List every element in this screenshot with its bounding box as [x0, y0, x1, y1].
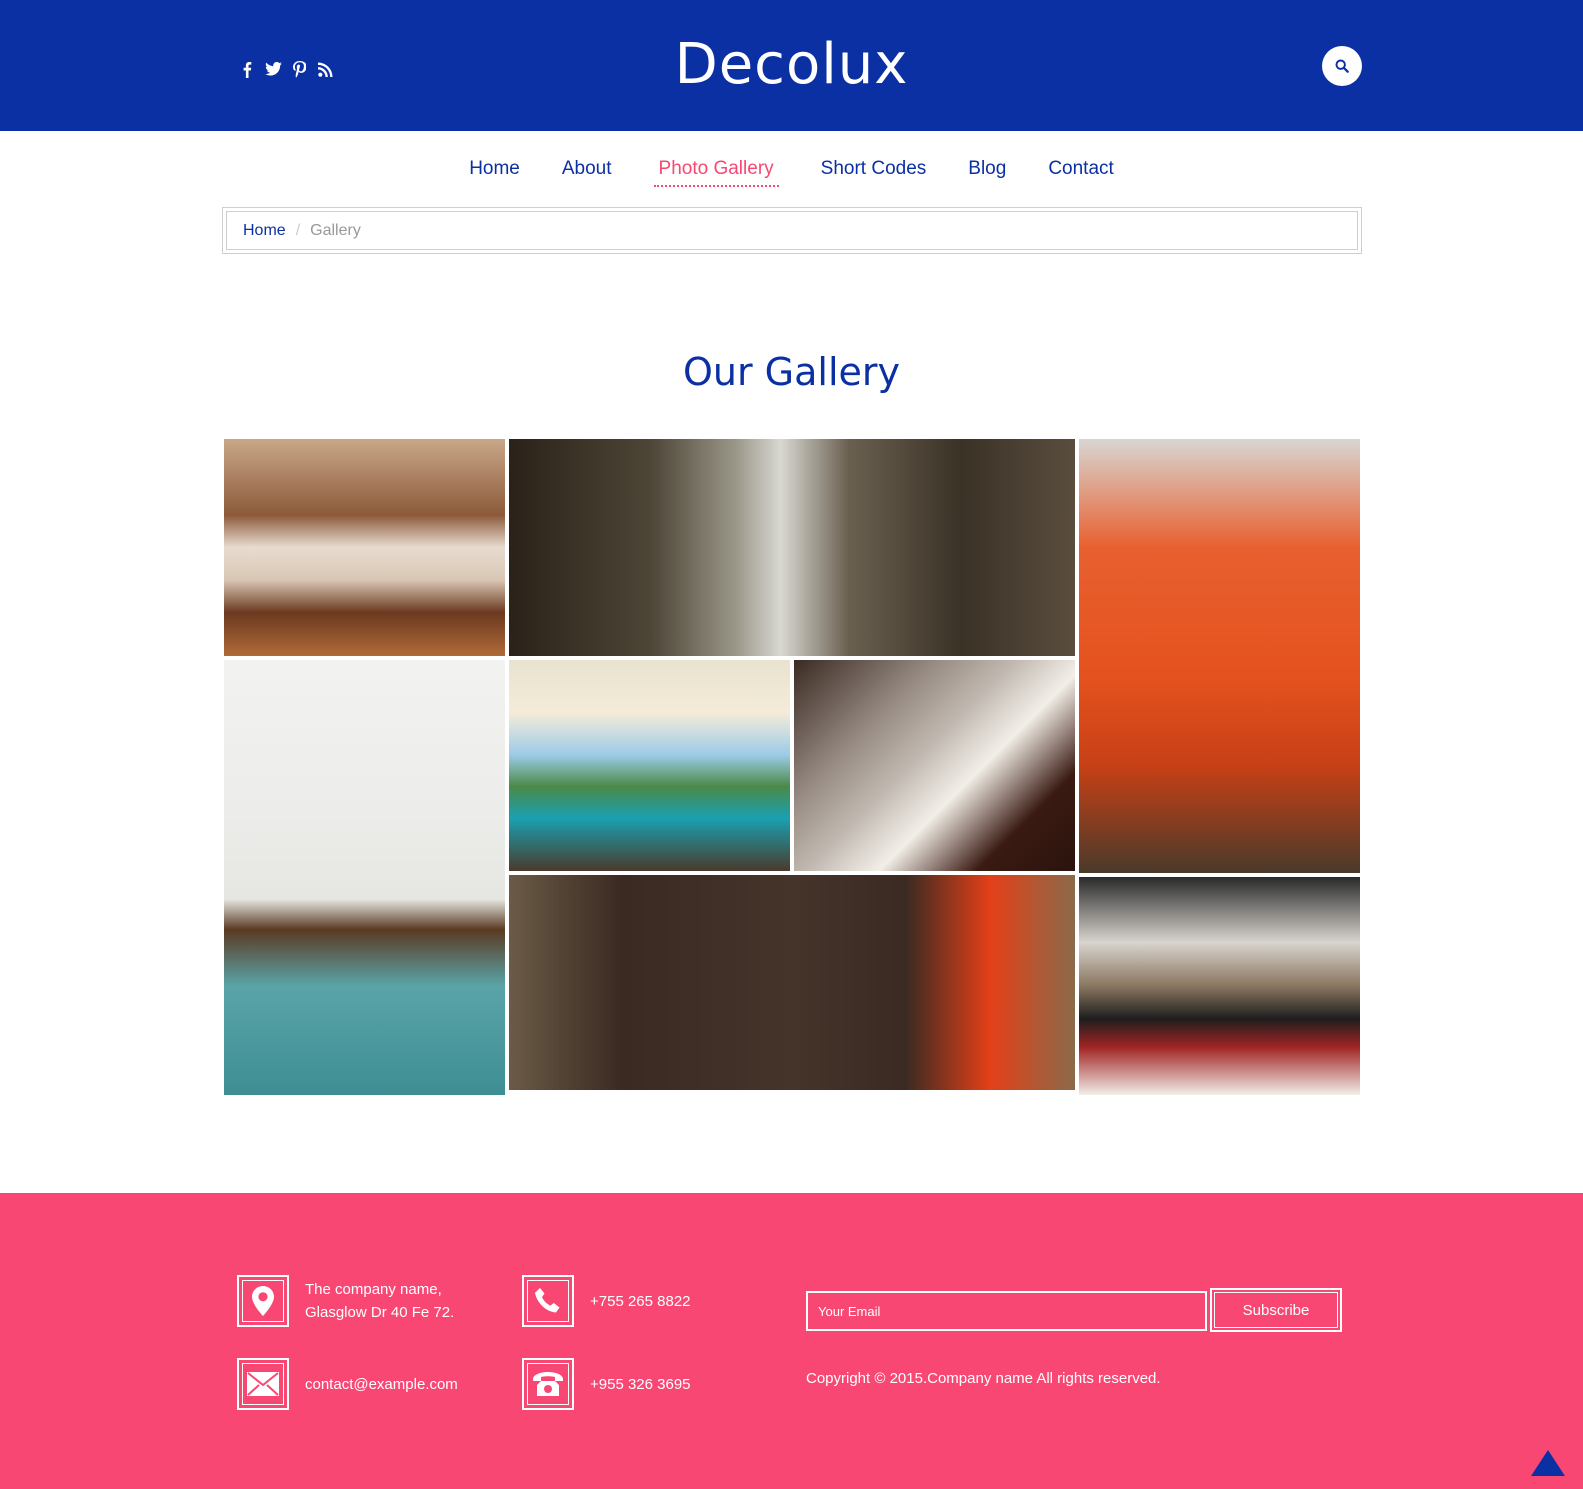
footer-address: The company name, Glasglow Dr 40 Fe 72. [237, 1275, 454, 1327]
gallery-image-terrace-cabana[interactable] [509, 660, 790, 871]
site-header: Decolux [0, 0, 1583, 131]
gallery-image-silver-dish[interactable] [794, 660, 1075, 871]
breadcrumb-separator: / [295, 221, 301, 239]
nav-photo-gallery[interactable]: Photo Gallery [633, 158, 800, 188]
address-line-2: Glasglow Dr 40 Fe 72. [305, 1304, 455, 1321]
nav-about[interactable]: About [541, 158, 633, 188]
gallery-image-orange-armchair[interactable] [1079, 439, 1360, 873]
scroll-to-top-button[interactable] [1531, 1450, 1565, 1476]
copyright-text: Copyright © 2015.Company name All rights… [806, 1370, 1161, 1387]
nav-blog[interactable]: Blog [947, 158, 1027, 188]
envelope-icon [247, 1372, 279, 1396]
main-nav: Home About Photo Gallery Short Codes Blo… [0, 158, 1583, 188]
breadcrumb: Home / Gallery [222, 207, 1362, 254]
gallery-image-living-room-piano[interactable] [1079, 877, 1360, 1095]
footer-email: contact@example.com [237, 1358, 458, 1410]
footer-phone-1: +755 265 8822 [522, 1275, 691, 1327]
gallery-image-dining-table[interactable] [224, 660, 505, 1095]
breadcrumb-current: Gallery [310, 221, 361, 239]
search-icon [1335, 59, 1349, 73]
nav-short-codes[interactable]: Short Codes [800, 158, 948, 188]
photo-gallery [224, 439, 1360, 1095]
phone-number-1[interactable]: +755 265 8822 [590, 1290, 691, 1313]
map-pin-icon [252, 1286, 274, 1316]
email-address[interactable]: contact@example.com [305, 1373, 458, 1396]
subscribe-button[interactable]: Subscribe [1210, 1288, 1342, 1332]
address-line-1: The company name, [305, 1281, 442, 1298]
search-button[interactable] [1322, 46, 1362, 86]
breadcrumb-home[interactable]: Home [243, 222, 286, 240]
gallery-image-leather-sofa[interactable] [509, 875, 1075, 1090]
page-title: Our Gallery [682, 350, 901, 394]
newsletter-email-input[interactable] [806, 1291, 1207, 1331]
phone-number-2[interactable]: +955 326 3695 [590, 1373, 691, 1396]
site-footer [0, 1193, 1583, 1489]
nav-home[interactable]: Home [448, 158, 541, 188]
telephone-icon [533, 1372, 563, 1396]
subscribe-label: Subscribe [1214, 1292, 1338, 1328]
gallery-image-cafe-tables[interactable] [509, 439, 1075, 656]
gallery-image-bedroom[interactable] [224, 439, 505, 656]
footer-phone-2: +955 326 3695 [522, 1358, 691, 1410]
nav-contact[interactable]: Contact [1027, 158, 1134, 188]
phone-icon [535, 1288, 560, 1313]
